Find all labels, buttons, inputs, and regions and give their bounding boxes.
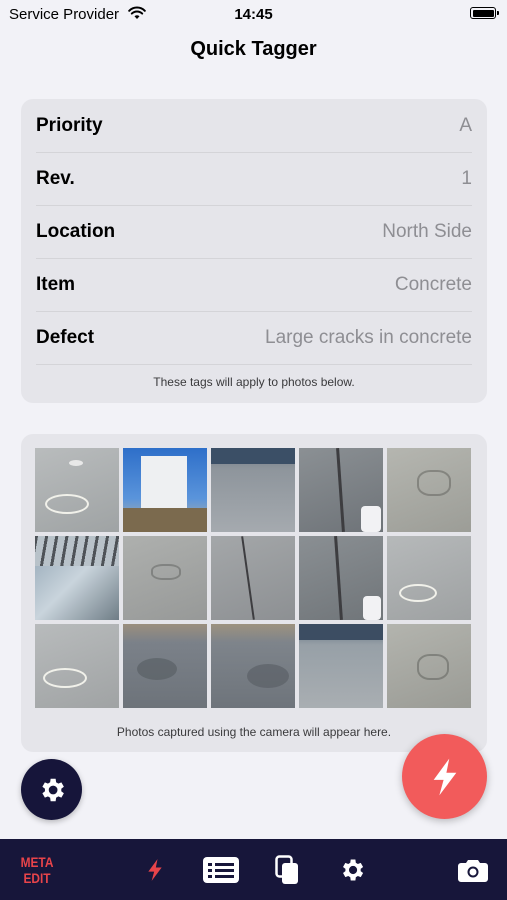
photo-thumbnail[interactable] [35,624,119,708]
tags-card: Priority A Rev. 1 Location North Side It… [21,99,487,403]
building-shape [299,624,383,640]
tab-quick-tag[interactable] [140,839,170,900]
meta-edit-label-line1: META [20,853,54,870]
ground-shape [123,508,207,532]
scaffold-shape [35,536,119,566]
tag-value[interactable]: Large cracks in concrete [265,327,472,349]
tag-key: Rev. [36,167,75,189]
photo-thumbnail[interactable] [299,448,383,532]
tab-settings[interactable] [336,839,368,900]
crack-mark [241,536,255,620]
clock: 14:45 [234,6,273,23]
photo-thumbnail[interactable] [123,448,207,532]
lightning-icon [148,858,162,881]
photo-thumbnail[interactable] [35,536,119,620]
photo-thumbnail[interactable] [123,624,207,708]
gear-icon [343,859,364,880]
tag-row-item[interactable]: Item Concrete [36,258,472,312]
chalk-mark [45,494,89,514]
quick-capture-fab-button[interactable] [402,734,487,819]
camera-icon [458,859,488,882]
tag-value[interactable]: North Side [382,221,472,243]
crack-mark [334,536,343,620]
photo-thumbnail[interactable] [299,536,383,620]
tag-key: Location [36,220,116,242]
tag-key: Item [36,273,76,295]
tab-bar: META EDIT [0,839,507,900]
wet-patch [137,658,177,680]
chalk-mark [399,584,437,602]
building-shape [211,448,295,464]
bucket-shape [363,596,381,620]
tab-camera[interactable] [456,839,490,900]
tag-row-priority[interactable]: Priority A [36,99,472,153]
wet-patch [247,664,289,688]
tag-value[interactable]: Concrete [395,274,472,296]
photo-thumbnail[interactable] [387,536,471,620]
status-bar: Service Provider 14:45 [0,0,507,28]
meta-edit-label-line2: EDIT [23,869,51,886]
photo-thumbnail[interactable] [211,448,295,532]
stain-mark [417,654,449,680]
tag-row-location[interactable]: Location North Side [36,205,472,259]
gear-icon [41,778,64,801]
photos-note: Photos captured using the camera will ap… [116,725,392,739]
stain-mark [151,564,181,580]
photo-thumbnail[interactable] [299,624,383,708]
photos-card: Photos captured using the camera will ap… [21,434,487,752]
chalk-mark [43,668,87,688]
photo-thumbnail[interactable] [387,624,471,708]
tag-value[interactable]: 1 [461,168,472,190]
tag-row-rev[interactable]: Rev. 1 [36,152,472,206]
tags-note: These tags will apply to photos below. [153,375,355,389]
photo-thumbnail[interactable] [35,448,119,532]
photo-thumbnail[interactable] [387,448,471,532]
tag-key: Defect [36,326,95,348]
battery-icon [470,7,499,19]
photo-thumbnail[interactable] [211,624,295,708]
bucket-shape [361,506,381,532]
tab-list[interactable] [202,839,240,900]
drain-mark [69,460,83,466]
tag-key: Priority [36,114,103,136]
photo-thumbnail[interactable] [123,536,207,620]
tab-copy[interactable] [272,839,302,900]
list-icon [203,856,239,883]
settings-fab-button[interactable] [21,759,82,820]
meta-edit-tab[interactable]: META EDIT [17,839,56,900]
tag-value[interactable]: A [459,115,472,137]
photo-thumbnail[interactable] [211,536,295,620]
crack-mark [336,448,345,532]
stain-mark [417,470,451,496]
tag-row-defect[interactable]: Defect Large cracks in concrete [36,311,472,365]
page-title: Quick Tagger [190,38,317,60]
copy-icon [275,854,298,884]
lightning-icon [433,758,456,795]
